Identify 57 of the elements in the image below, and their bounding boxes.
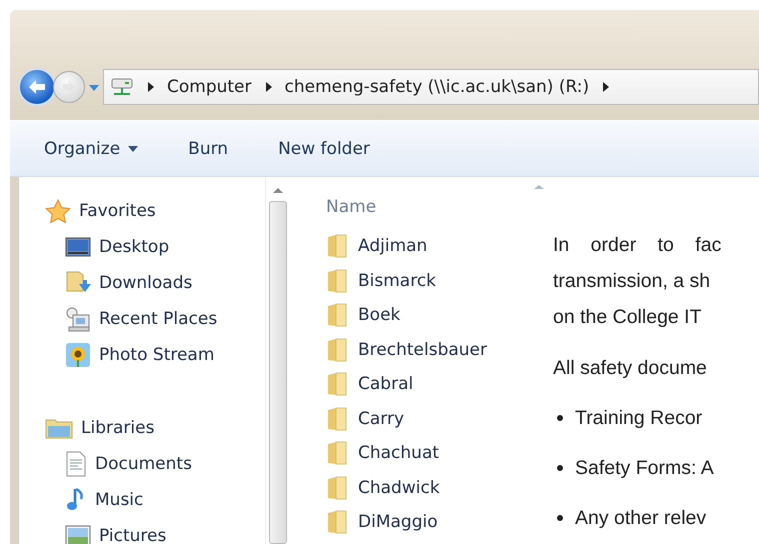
folder-item[interactable]: Carry — [326, 402, 404, 436]
bullet-text: Training Recor — [575, 406, 702, 430]
back-button[interactable] — [18, 68, 56, 106]
folder-icon — [45, 417, 73, 439]
folder-icon — [326, 372, 348, 396]
folder-item[interactable]: Chachuat — [326, 436, 440, 470]
toolbar-button[interactable]: Burn — [188, 138, 228, 158]
folder-item[interactable]: Chadwick — [326, 470, 440, 505]
bullet-icon — [557, 415, 563, 421]
folder-item[interactable]: DiMaggio — [326, 505, 438, 540]
recent-places-icon — [65, 306, 91, 332]
nav-item[interactable]: Downloads — [45, 265, 265, 301]
bullet-icon — [557, 515, 563, 521]
column-header[interactable]: Name — [326, 187, 536, 227]
folder-icon — [326, 234, 348, 258]
nav-item[interactable]: Desktop — [45, 229, 265, 265]
folder-icon — [326, 441, 348, 466]
nav-item[interactable]: Music — [45, 482, 265, 518]
paragraph-line: on the College IT — [553, 305, 703, 330]
star-icon — [45, 199, 71, 223]
picture-icon — [65, 525, 91, 544]
address-bar[interactable]: Computer chemeng-safety (\\ic.ac.uk\san) (R:) — [103, 69, 759, 105]
paragraph-line: transmission, a sh — [553, 269, 712, 294]
folder-icon — [326, 510, 348, 534]
sunflower-icon — [65, 342, 91, 368]
nav-item[interactable]: Recent Places — [45, 301, 265, 337]
network-drive-icon — [110, 77, 134, 97]
folder-icon — [326, 268, 348, 293]
nav-item[interactable]: Documents — [45, 446, 265, 482]
monitor-icon — [65, 237, 91, 257]
bullet-icon — [557, 465, 563, 471]
folder-icon — [326, 303, 348, 328]
folder-item[interactable]: Adjiman — [326, 229, 428, 264]
nav-item[interactable]: Libraries — [45, 410, 265, 446]
folder-item[interactable]: Brechtelsbauer — [326, 332, 487, 367]
breadcrumb[interactable]: chemeng-safety (\\ic.ac.uk\san) (R:) — [284, 77, 590, 97]
scroll-thumb[interactable] — [269, 201, 287, 544]
folder-item[interactable]: Cabral — [326, 367, 414, 402]
nav-item[interactable]: Favorites — [45, 193, 265, 229]
paragraph-line: All safety docume — [553, 356, 708, 381]
scrollbar[interactable] — [265, 177, 290, 544]
bullet-text: Any other relev — [575, 506, 706, 530]
paragraph-line: In order to fac — [553, 233, 722, 258]
folder-icon — [326, 338, 348, 362]
back-arrow-icon — [27, 79, 47, 95]
folder-item[interactable]: Bismarck — [326, 264, 436, 298]
folder-item[interactable]: Boek — [326, 298, 400, 332]
nav-item[interactable]: Pictures — [45, 518, 265, 544]
folder-icon — [326, 406, 348, 431]
nav-item[interactable]: Photo Stream — [45, 337, 265, 373]
forward-arrow-icon — [61, 80, 77, 94]
document-icon — [65, 451, 87, 477]
toolbar-button[interactable]: New folder — [278, 138, 370, 158]
folder-icon — [326, 476, 348, 500]
toolbar-button[interactable]: Organize — [44, 138, 138, 158]
breadcrumb[interactable]: Computer — [167, 77, 252, 97]
bullet-text: Safety Forms: A — [575, 456, 714, 480]
